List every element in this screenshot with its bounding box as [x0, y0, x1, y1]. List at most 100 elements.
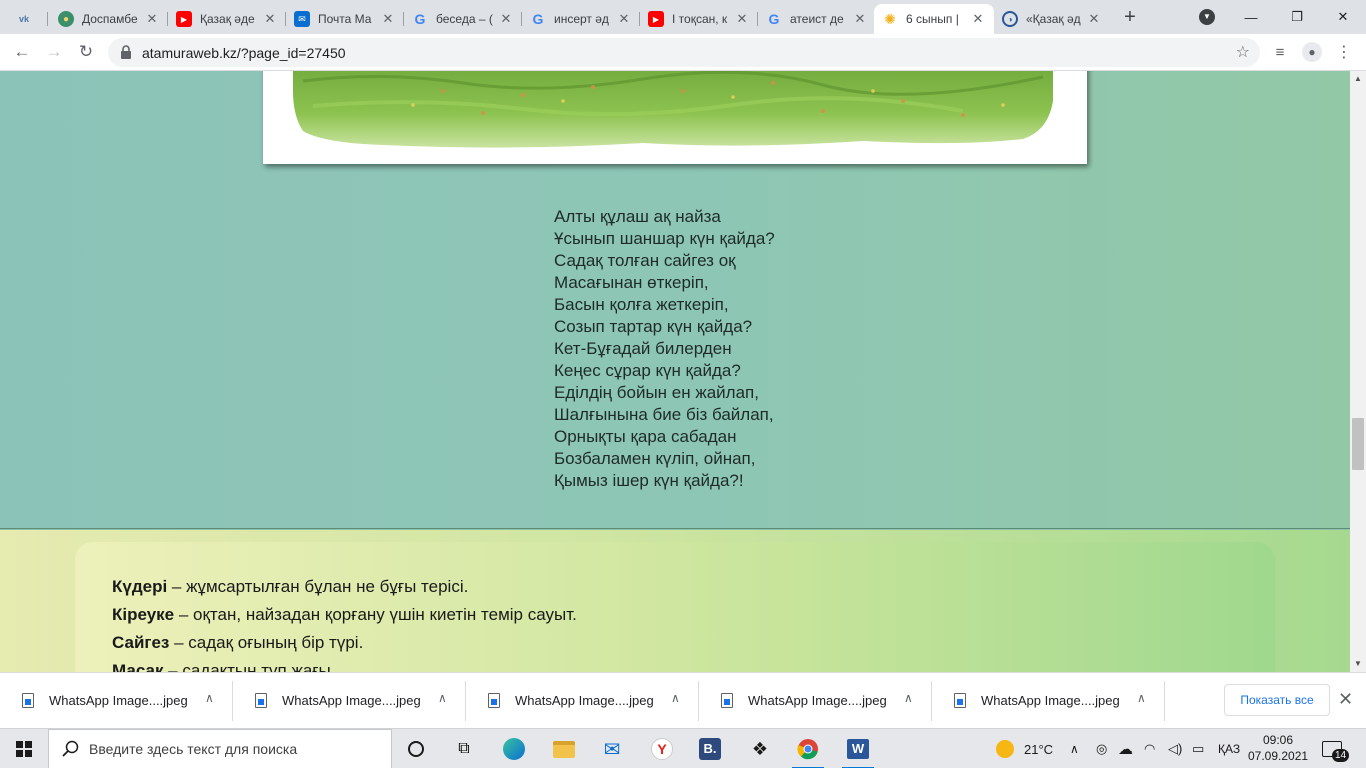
tab-3[interactable]: ✉ Почта Ма ✕ — [286, 4, 404, 34]
search-placeholder: Введите здесь текст для поиска — [89, 741, 298, 757]
chevron-up-icon[interactable]: ∧ — [904, 691, 913, 705]
tab-1[interactable]: ● Доспамбе ✕ — [50, 4, 168, 34]
chevron-up-icon: ∧ — [1070, 742, 1079, 756]
tab-5[interactable]: G инсерт әд ✕ — [522, 4, 640, 34]
new-tab-button[interactable]: + — [1119, 6, 1141, 28]
tray-volume[interactable]: ◁) — [1168, 729, 1182, 768]
close-tab-icon[interactable]: ✕ — [262, 11, 278, 27]
start-button[interactable] — [0, 729, 48, 768]
google-icon: G — [768, 11, 780, 27]
tab-active[interactable]: ✺ 6 сынып | ✕ — [874, 4, 994, 34]
close-tab-icon[interactable]: ✕ — [970, 11, 986, 27]
image-file-icon — [954, 693, 966, 708]
clock-date: 07.09.2021 — [1248, 749, 1309, 763]
close-tab-icon[interactable]: ✕ — [380, 11, 396, 27]
tab-strip: vk ● Доспамбе ✕ ▶ Қазақ әде ✕ ✉ Почта Ма… — [0, 0, 1366, 34]
tray-network[interactable]: ◠ — [1144, 729, 1155, 768]
taskbar-edge[interactable] — [494, 734, 534, 764]
taskbar-word[interactable]: W — [838, 734, 878, 768]
download-filename: WhatsApp Image....jpeg — [748, 693, 887, 708]
profile-button[interactable]: ● — [1298, 38, 1326, 66]
bookmark-star-icon[interactable]: ☆ — [1236, 42, 1250, 62]
forward-button[interactable]: → — [40, 38, 68, 66]
poem-line: Кеңес сұрар күн қайда? — [554, 361, 741, 380]
tab-6[interactable]: ▶ І тоқсан, к ✕ — [640, 4, 758, 34]
poem-line: Кет-Бұғадай билерден — [554, 339, 732, 358]
minimize-button[interactable]: — — [1228, 0, 1274, 34]
taskbar-chrome[interactable] — [788, 734, 828, 768]
more-vertical-icon: ⋮ — [1336, 44, 1352, 61]
taskbar-app-b[interactable]: B. — [690, 734, 730, 764]
close-tab-icon[interactable]: ✕ — [734, 11, 750, 27]
tray-battery[interactable]: ▭ — [1192, 729, 1204, 768]
restore-button[interactable]: ❐ — [1274, 0, 1320, 34]
arrow-left-icon: ← — [13, 42, 31, 61]
glossary-definition: – оқтан, найзадан қорғану үшін киетін те… — [174, 605, 577, 624]
tab-vk[interactable]: vk — [8, 4, 48, 34]
sun-icon — [996, 740, 1014, 758]
tray-onedrive[interactable]: ☁ — [1118, 729, 1133, 768]
tab-search-button[interactable]: ▼ — [1184, 0, 1230, 34]
download-item[interactable]: WhatsApp Image....jpeg ∧ — [0, 673, 233, 729]
close-tab-icon[interactable]: ✕ — [1086, 11, 1102, 27]
chevron-up-icon[interactable]: ∧ — [671, 691, 680, 705]
taskbar-dropbox[interactable]: ❖ — [740, 734, 780, 764]
download-item[interactable]: WhatsApp Image....jpeg ∧ — [699, 673, 932, 729]
arrow-right-icon: → — [45, 42, 63, 61]
scroll-down-icon[interactable]: ▼ — [1353, 659, 1363, 669]
tray-chevron-button[interactable]: ∧ — [1070, 729, 1079, 768]
menu-button[interactable]: ⋮ — [1330, 38, 1358, 66]
reading-list-button[interactable]: ≡ — [1266, 38, 1294, 66]
chevron-up-icon[interactable]: ∧ — [438, 691, 447, 705]
mail-icon: ✉ — [294, 11, 310, 27]
wifi-icon: ◠ — [1144, 741, 1156, 756]
taskbar-search-input[interactable]: Введите здесь текст для поиска — [48, 729, 392, 768]
taskbar-mail[interactable]: ✉ — [592, 734, 632, 764]
chevron-up-icon[interactable]: ∧ — [1137, 691, 1146, 705]
page-scrollbar[interactable]: ▲ ▼ — [1350, 71, 1366, 672]
system-clock[interactable]: 09:06 07.09.2021 — [1248, 732, 1308, 764]
download-item[interactable]: WhatsApp Image....jpeg ∧ — [932, 673, 1165, 729]
taskbar-explorer[interactable] — [544, 734, 584, 764]
poem-section: Алты құлаш ақ найза Ұсынып шаншар күн қа… — [0, 71, 1350, 529]
google-icon: G — [414, 11, 426, 27]
image-file-icon — [22, 693, 34, 708]
chevron-up-icon[interactable]: ∧ — [205, 691, 214, 705]
download-item[interactable]: WhatsApp Image....jpeg ∧ — [466, 673, 699, 729]
chrome-icon — [797, 739, 818, 760]
dropbox-icon: ❖ — [751, 738, 769, 759]
close-tab-icon[interactable]: ✕ — [852, 11, 868, 27]
glossary-item: Кіреуке – оқтан, найзадан қорғану үшін к… — [112, 601, 577, 629]
weather-widget[interactable]: 21°C — [996, 729, 1053, 768]
windows-taskbar: Введите здесь текст для поиска ⧉ ✉ Y B. … — [0, 728, 1366, 768]
reload-button[interactable]: ↻ — [72, 38, 100, 66]
close-tab-icon[interactable]: ✕ — [498, 11, 514, 27]
tray-location[interactable]: ◎ — [1096, 729, 1107, 768]
close-tab-icon[interactable]: ✕ — [616, 11, 632, 27]
glossary-section: Күдері – жұмсартылған бұлан не бұғы тері… — [0, 530, 1350, 672]
close-tab-icon[interactable]: ✕ — [144, 11, 160, 27]
youtube-icon: ▶ — [648, 11, 664, 27]
task-view-button[interactable]: ⧉ — [444, 734, 484, 764]
meadow-illustration — [263, 71, 1087, 164]
location-icon: ◎ — [1096, 741, 1108, 756]
glossary-item: Күдері – жұмсартылған бұлан не бұғы тері… — [112, 573, 577, 601]
tab-9[interactable]: ◑ «Қазақ әд ✕ — [994, 4, 1110, 34]
tab-7[interactable]: G атеист де ✕ — [758, 4, 876, 34]
scrollbar-thumb[interactable] — [1352, 418, 1364, 470]
close-window-button[interactable]: ✕ — [1320, 0, 1366, 34]
tab-2[interactable]: ▶ Қазақ әде ✕ — [168, 4, 286, 34]
poem-line: Алты құлаш ақ найза — [554, 207, 721, 226]
back-button[interactable]: ← — [8, 38, 36, 66]
tab-4[interactable]: G беседа – ( ✕ — [404, 4, 522, 34]
close-shelf-icon[interactable]: ✕ — [1338, 689, 1353, 710]
scroll-up-icon[interactable]: ▲ — [1353, 74, 1363, 84]
notification-center-button[interactable]: 14 — [1322, 729, 1350, 768]
download-item[interactable]: WhatsApp Image....jpeg ∧ — [233, 673, 466, 729]
show-all-downloads-button[interactable]: Показать все — [1224, 684, 1330, 716]
taskbar-yandex[interactable]: Y — [642, 734, 682, 764]
language-indicator[interactable]: ҚАЗ — [1218, 729, 1240, 768]
youtube-icon: ▶ — [176, 11, 192, 27]
address-bar[interactable]: atamuraweb.kz/?page_id=27450 ☆ — [108, 38, 1260, 67]
cortana-button[interactable] — [396, 734, 436, 764]
